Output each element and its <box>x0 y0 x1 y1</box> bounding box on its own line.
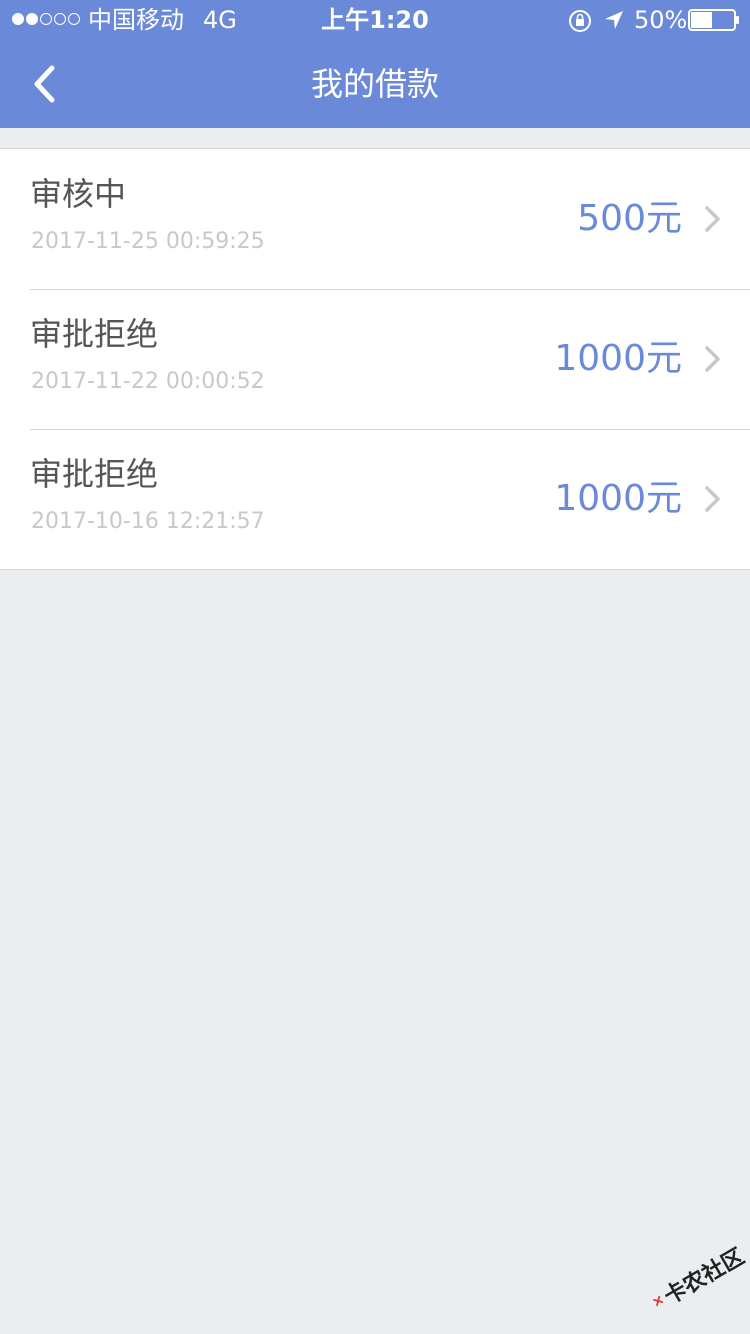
loan-list-item[interactable]: 审批拒绝 2017-11-22 00:00:52 1000元 <box>0 289 750 429</box>
header: 中国移动 4G 上午1:20 50% 我的借款 <box>0 0 750 128</box>
chevron-right-icon <box>705 486 720 512</box>
status-bar: 中国移动 4G 上午1:20 50% <box>0 0 750 40</box>
loan-list-item[interactable]: 审核中 2017-11-25 00:59:25 500元 <box>0 149 750 289</box>
loan-list-item[interactable]: 审批拒绝 2017-10-16 12:21:57 1000元 <box>0 429 750 569</box>
loan-list: 审核中 2017-11-25 00:59:25 500元 审批拒绝 2017-1… <box>0 148 750 570</box>
watermark-text: 卡农社区 <box>660 1244 749 1310</box>
loan-status: 审核中 <box>30 175 127 213</box>
loan-amount: 1000元 <box>554 338 682 379</box>
page-title: 我的借款 <box>310 65 439 103</box>
nav-bar: 我的借款 <box>0 40 750 128</box>
loan-amount: 500元 <box>577 198 682 239</box>
location-arrow-icon <box>605 11 623 29</box>
loan-status: 审批拒绝 <box>30 315 159 353</box>
loan-date: 2017-10-16 12:21:57 <box>31 509 265 534</box>
watermark-logo: 卡农社区 <box>635 1218 750 1334</box>
battery-icon <box>688 9 739 31</box>
loan-status: 审批拒绝 <box>30 455 159 493</box>
loan-date: 2017-11-22 00:00:52 <box>31 369 265 394</box>
loan-amount: 1000元 <box>554 478 682 519</box>
chevron-right-icon <box>705 206 720 232</box>
battery-percent: 50% <box>634 6 688 34</box>
chevron-right-icon <box>705 346 720 372</box>
rotation-lock-icon <box>569 10 591 32</box>
loan-date: 2017-11-25 00:59:25 <box>31 229 265 254</box>
